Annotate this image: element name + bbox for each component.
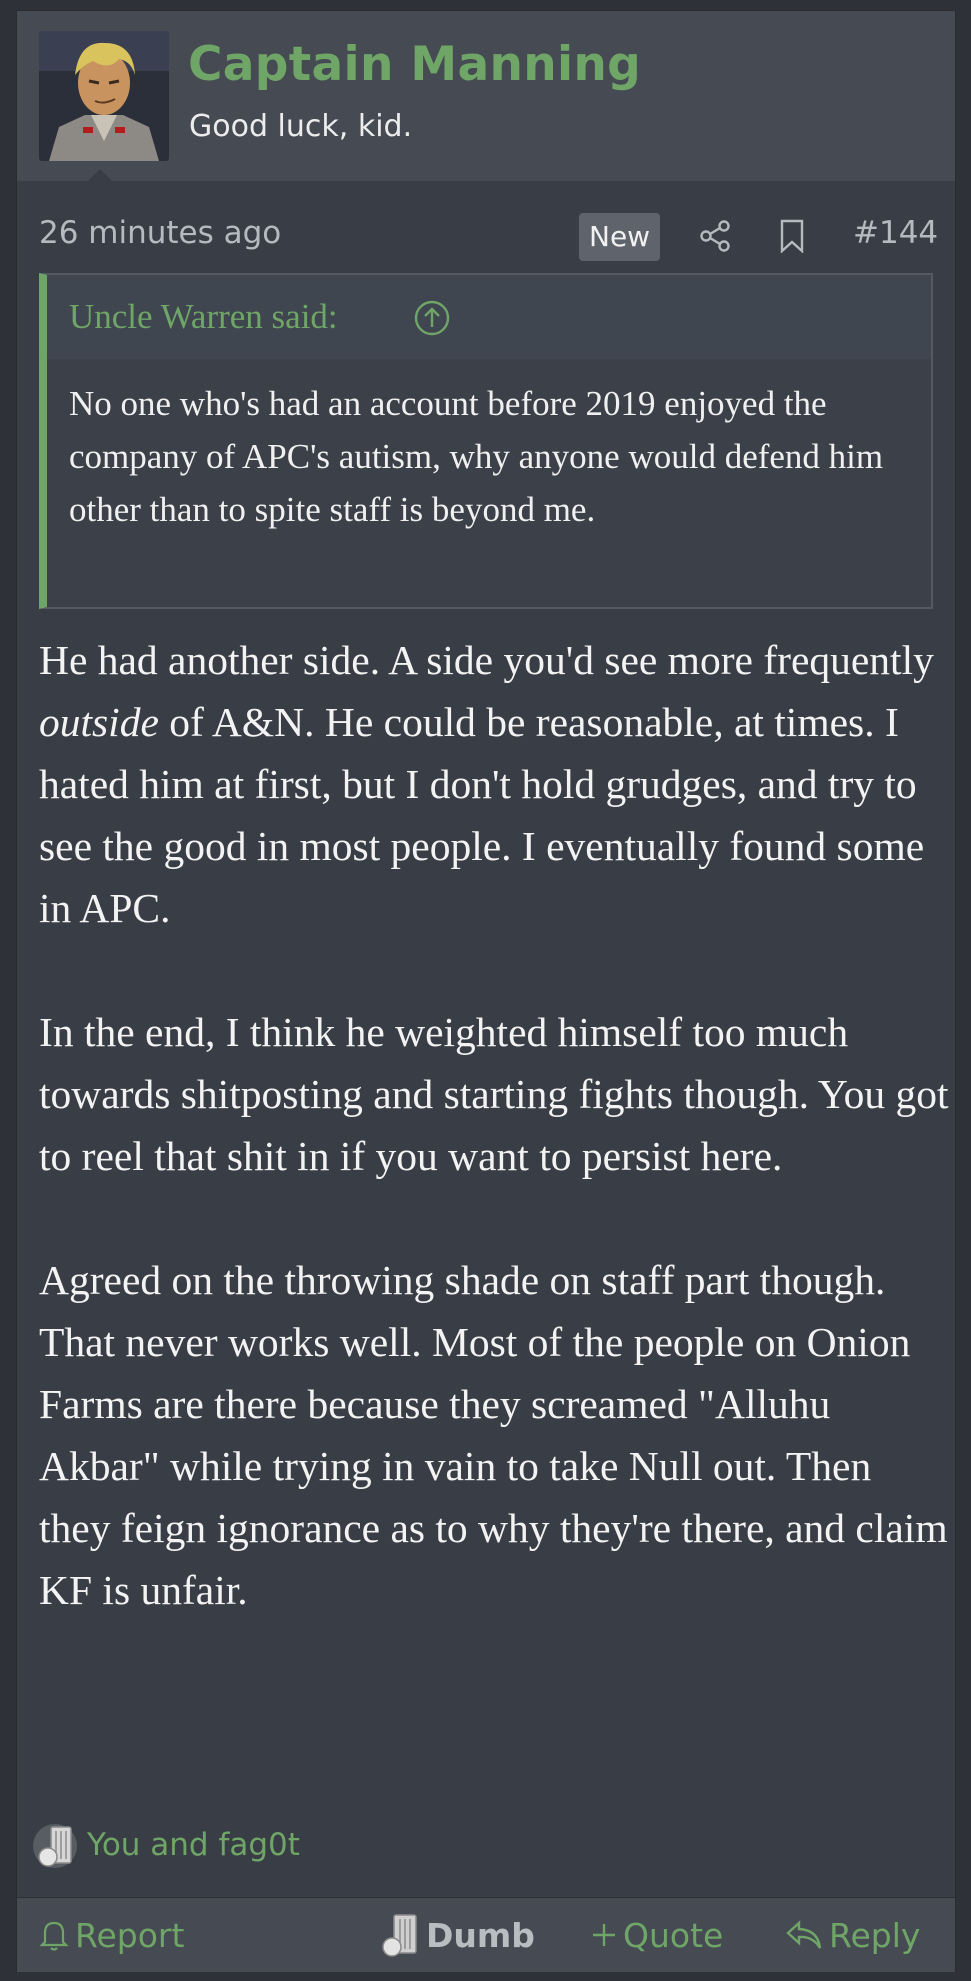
- post-footer: Report Dumb Quote Reply: [17, 1897, 955, 1972]
- reply-label: Reply: [829, 1915, 921, 1955]
- reactions-text[interactable]: You and fag0t: [87, 1827, 300, 1863]
- username[interactable]: Captain Manning: [188, 37, 641, 92]
- dumb-label: Dumb: [426, 1915, 535, 1955]
- body-paragraph-3: Agreed on the throwing shade on staff pa…: [39, 1257, 948, 1613]
- user-header: Captain Manning Good luck, kid.: [17, 11, 955, 182]
- bell-icon: [39, 1921, 69, 1951]
- body-text: of A&N. He could be reasonable, at times…: [39, 699, 925, 931]
- quote-label: Quote: [623, 1915, 724, 1955]
- post-body: He had another side. A side you'd see mo…: [39, 629, 949, 1683]
- reply-button[interactable]: Reply: [785, 1912, 920, 1958]
- quote-text: No one who's had an account before 2019 …: [69, 384, 884, 529]
- body-paragraph-1: He had another side. A side you'd see mo…: [39, 629, 949, 939]
- bookmark-icon[interactable]: [777, 219, 807, 258]
- post-number[interactable]: #144: [853, 215, 938, 251]
- post-meta: 26 minutes ago New #144: [17, 181, 955, 269]
- body-paragraph-2: In the end, I think he weighted himself …: [39, 1009, 949, 1179]
- post-time[interactable]: 26 minutes ago: [39, 215, 281, 251]
- body-text: He had another side. A side you'd see mo…: [39, 637, 934, 683]
- new-badge: New: [579, 213, 661, 261]
- avatar[interactable]: [39, 31, 169, 161]
- quote-block: Uncle Warren said: No one who's had an a…: [39, 273, 933, 609]
- page-frame: Captain Manning Good luck, kid. 26 minut…: [0, 0, 971, 1981]
- quote-button[interactable]: Quote: [591, 1912, 723, 1958]
- quote-header: Uncle Warren said:: [47, 275, 931, 359]
- report-label: Report: [75, 1915, 185, 1955]
- share-icon[interactable]: [698, 219, 732, 258]
- arrow-up-circle-icon[interactable]: [413, 299, 451, 342]
- reply-icon: [786, 1920, 822, 1949]
- body-emphasis: outside: [39, 699, 159, 745]
- forum-post: Captain Manning Good luck, kid. 26 minut…: [16, 10, 956, 1972]
- quote-author[interactable]: Uncle Warren said:: [69, 297, 338, 337]
- dumb-icon: [382, 1914, 417, 1957]
- dumb-button[interactable]: Dumb: [380, 1912, 535, 1958]
- dumb-icon: [31, 1821, 79, 1876]
- report-button[interactable]: Report: [39, 1912, 184, 1958]
- user-title: Good luck, kid.: [189, 109, 413, 144]
- plus-icon: [593, 1924, 615, 1946]
